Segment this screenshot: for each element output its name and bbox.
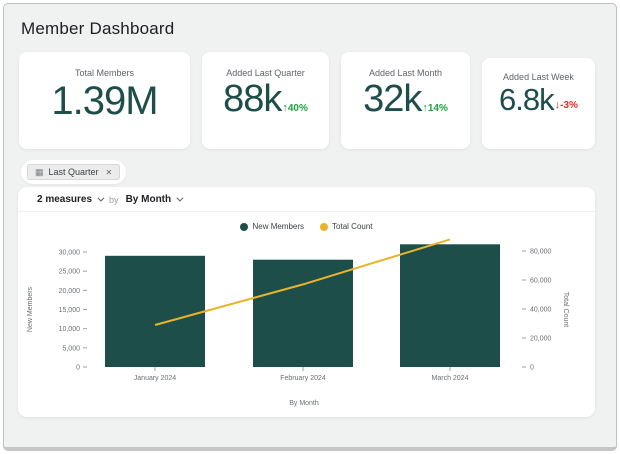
right-axis-tick-label: 20,000 — [530, 336, 552, 343]
filter-chip-container: ▦ Last Quarter ✕ — [21, 160, 126, 184]
page-title: Member Dashboard — [21, 19, 616, 39]
left-axis-tick-label: 5,000 — [62, 345, 80, 352]
filter-chip-label: Last Quarter — [49, 167, 99, 177]
right-axis-tick-label: 80,000 — [530, 249, 552, 256]
kpi-label: Added Last Quarter — [226, 68, 305, 78]
calendar-grid-icon: ▦ — [35, 168, 44, 177]
group-by-dropdown[interactable]: By Month — [126, 194, 182, 205]
x-axis-label: January 2024 — [134, 375, 177, 382]
kpi-delta-badge: ↑14% — [422, 102, 448, 114]
kpi-value: 1.39M — [51, 80, 157, 122]
kpi-delta-value: -3% — [560, 100, 578, 111]
legend-item-total-count[interactable]: Total Count — [320, 222, 372, 231]
measures-dropdown[interactable]: 2 measures — [37, 194, 102, 205]
kpi-delta-badge: ↓-3% — [555, 99, 578, 111]
right-axis-title: Total Count — [562, 292, 569, 327]
chevron-down-icon — [176, 195, 183, 202]
chart-panel-header: 2 measures by By Month — [18, 187, 595, 212]
bar-1[interactable] — [253, 260, 353, 367]
right-axis-tick-label: 40,000 — [530, 307, 552, 314]
filter-chip-last-quarter[interactable]: ▦ Last Quarter ✕ — [27, 164, 120, 180]
group-by-dropdown-label: By Month — [126, 194, 172, 205]
x-axis-label: March 2024 — [432, 375, 469, 382]
kpi-value: 6.8k — [499, 84, 554, 117]
kpi-card-added-last-quarter: Added Last Quarter 88k ↑40% — [202, 52, 329, 149]
legend-label: Total Count — [332, 222, 372, 231]
kpi-card-total-members: Total Members 1.39M — [19, 52, 190, 149]
kpi-label: Added Last Month — [369, 68, 442, 78]
close-icon[interactable]: ✕ — [106, 168, 113, 177]
legend-label: New Members — [252, 222, 304, 231]
chart-svg: 0 5,000 10,000 15,000 20,000 25,000 30,000 0 20,… — [18, 233, 595, 411]
chevron-down-icon — [97, 195, 104, 202]
filter-bar: ▦ Last Quarter ✕ — [21, 160, 616, 184]
left-axis-tick-label: 20,000 — [59, 288, 81, 295]
kpi-card-added-last-week: Added Last Week 6.8k ↓-3% — [482, 58, 595, 149]
kpi-card-added-last-month: Added Last Month 32k ↑14% — [341, 52, 470, 149]
right-axis-tick-label: 0 — [530, 365, 534, 372]
legend-item-new-members[interactable]: New Members — [240, 222, 304, 231]
by-label: by — [109, 195, 119, 205]
kpi-value: 32k — [363, 80, 421, 120]
bar-0[interactable] — [105, 256, 205, 367]
chart-panel: 2 measures by By Month New Members Total… — [18, 187, 595, 417]
left-axis-tick-label: 30,000 — [59, 250, 81, 257]
dashboard-window: Member Dashboard Total Members 1.39M Add… — [3, 3, 617, 451]
left-axis-title: New Members — [27, 286, 34, 332]
left-axis-tick-label: 10,000 — [59, 326, 81, 333]
kpi-label: Added Last Week — [503, 72, 574, 82]
right-axis-tick-label: 60,000 — [530, 278, 552, 285]
left-axis-tick-label: 15,000 — [59, 307, 81, 314]
kpi-delta-value: 14% — [428, 103, 448, 114]
kpi-card-row: Total Members 1.39M Added Last Quarter 8… — [19, 52, 616, 149]
left-axis-tick-label: 0 — [76, 365, 80, 372]
legend-dot-new-members — [240, 223, 248, 231]
x-axis-label: February 2024 — [280, 375, 326, 382]
legend-dot-total-count — [320, 223, 328, 231]
kpi-delta-value: 40% — [288, 103, 308, 114]
left-axis-tick-label: 25,000 — [59, 269, 81, 276]
kpi-label: Total Members — [75, 68, 134, 78]
x-axis-title: By Month — [289, 400, 319, 407]
kpi-delta-badge: ↑40% — [282, 102, 308, 114]
bar-2[interactable] — [400, 244, 500, 367]
chart-legend: New Members Total Count — [18, 222, 595, 231]
bar-line-chart: 0 5,000 10,000 15,000 20,000 25,000 30,000 0 20,… — [18, 233, 595, 411]
kpi-value: 88k — [223, 80, 281, 120]
measures-dropdown-label: 2 measures — [37, 194, 92, 205]
